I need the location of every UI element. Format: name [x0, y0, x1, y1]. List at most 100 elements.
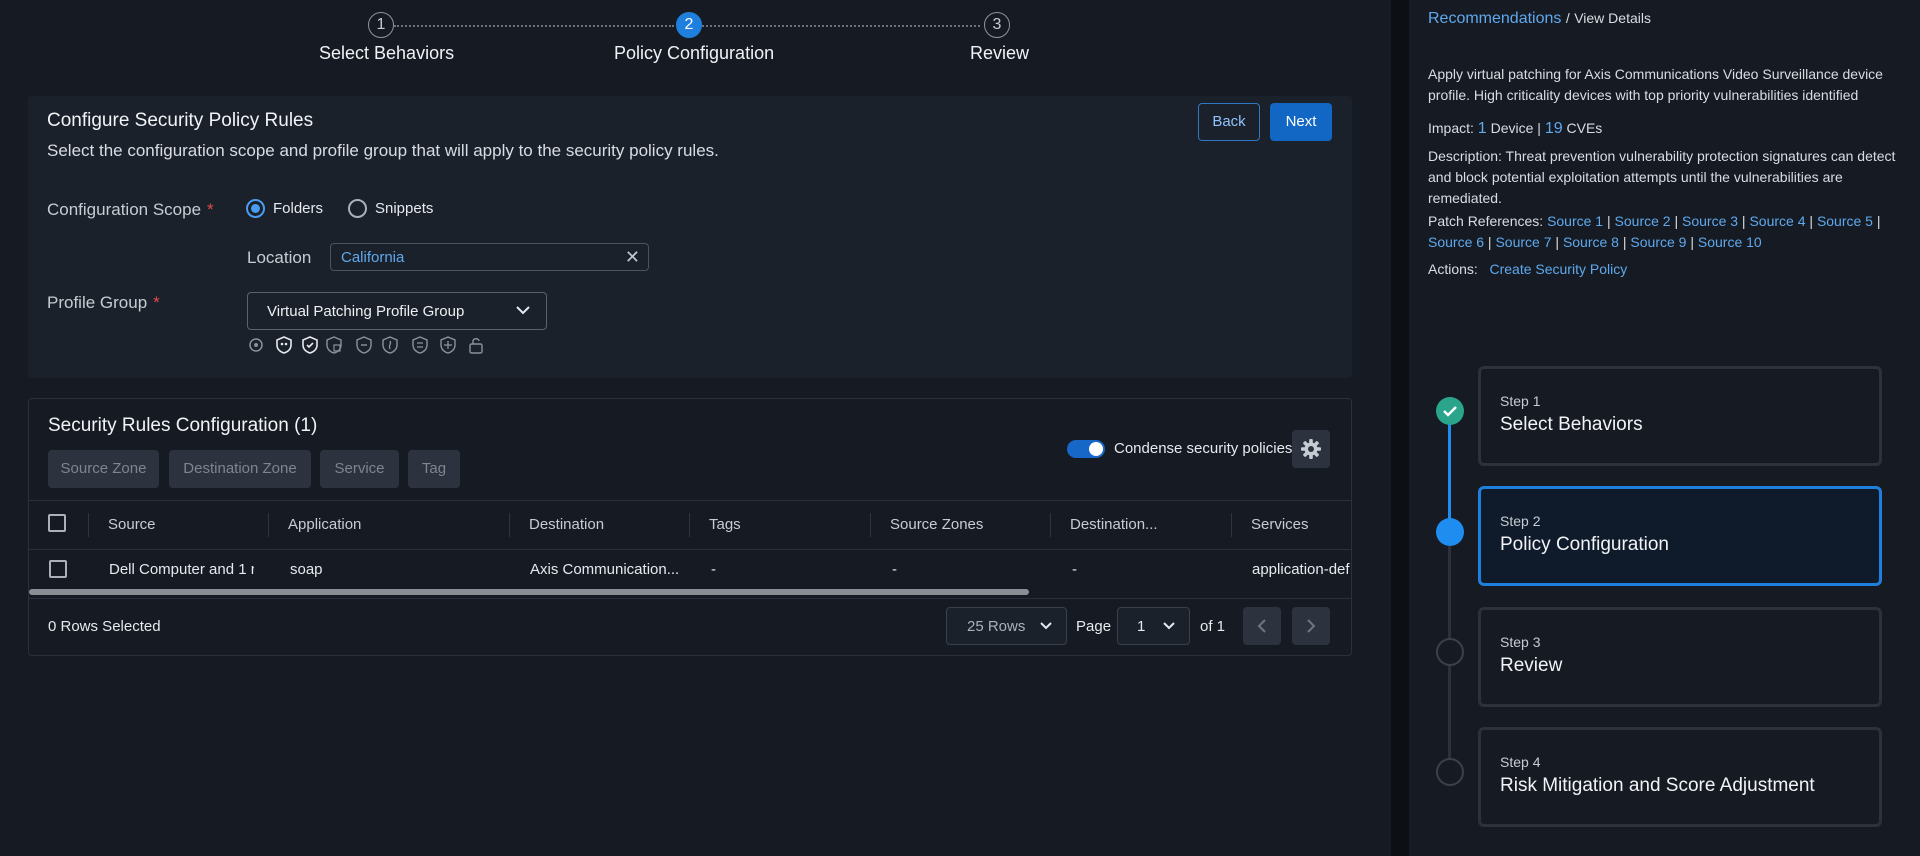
- cell-tags: -: [711, 561, 716, 578]
- wizard-step-3-number: Step 3: [1500, 634, 1541, 650]
- column-header-destination-zones[interactable]: Destination...: [1070, 516, 1158, 533]
- source-zone-button[interactable]: Source Zone: [48, 450, 159, 488]
- column-header-services[interactable]: Services: [1251, 516, 1309, 533]
- config-title: Configure Security Policy Rules: [47, 110, 314, 131]
- wildfire-icon: [382, 336, 398, 354]
- step-label: Policy Configuration: [614, 43, 775, 63]
- step-number: 2: [676, 12, 702, 38]
- wizard-step-2-title: Policy Configuration: [1500, 534, 1669, 555]
- profile-group-select[interactable]: Virtual Patching Profile Group: [247, 292, 547, 330]
- page-label: Page: [1076, 618, 1112, 635]
- impact-label: Impact:: [1428, 120, 1474, 136]
- anti-spyware-icon: [276, 336, 292, 354]
- column-header-destination[interactable]: Destination: [529, 516, 604, 533]
- profile-group-label-text: Profile Group: [47, 293, 148, 312]
- impact-devices-count[interactable]: 1: [1478, 120, 1487, 137]
- actions-label: Actions:: [1428, 261, 1478, 277]
- toggle-knob: [1089, 442, 1103, 456]
- select-all-checkbox[interactable]: [48, 514, 66, 532]
- chevron-left-icon: [1257, 619, 1266, 633]
- stepper-connector: [702, 25, 980, 27]
- radio-folders[interactable]: [246, 199, 265, 218]
- rows-per-page-value: 25 Rows: [967, 618, 1026, 635]
- cell-source-zones: -: [892, 561, 897, 578]
- source-link-7[interactable]: Source 7: [1495, 234, 1551, 250]
- url-filtering-icon: [326, 336, 342, 354]
- service-button[interactable]: Service: [320, 450, 399, 488]
- config-subtitle: Select the configuration scope and profi…: [47, 141, 719, 160]
- settings-button[interactable]: [1292, 430, 1330, 468]
- column-header-application[interactable]: Application: [288, 516, 361, 533]
- wizard-step-4-number: Step 4: [1500, 754, 1541, 770]
- source-link-6[interactable]: Source 6: [1428, 234, 1484, 250]
- antivirus-icon: [249, 338, 263, 352]
- column-separator: [88, 513, 89, 537]
- chevron-down-icon: [516, 306, 530, 315]
- column-separator: [689, 513, 690, 537]
- tag-button[interactable]: Tag: [408, 450, 460, 488]
- chevron-down-icon: [1040, 622, 1052, 630]
- decryption-icon: [469, 338, 483, 354]
- profile-group-label: Profile Group *: [47, 293, 160, 313]
- source-link-1[interactable]: Source 1: [1547, 213, 1603, 229]
- column-separator: [1231, 513, 1232, 537]
- destination-zone-button[interactable]: Destination Zone: [169, 450, 311, 488]
- dns-security-icon: [412, 336, 428, 354]
- required-marker: *: [207, 200, 214, 219]
- vulnerability-protection-icon: [302, 336, 318, 354]
- step-label: Review: [970, 43, 1030, 63]
- config-card: [28, 96, 1352, 378]
- wizard-step-1-number: Step 1: [1500, 393, 1541, 409]
- column-header-tags[interactable]: Tags: [709, 516, 741, 533]
- rows-selected-count: 0 Rows Selected: [48, 618, 161, 635]
- radio-folders-label: Folders: [273, 200, 324, 217]
- actions-line: Actions: Create Security Policy: [1428, 259, 1898, 280]
- step-number: 1: [368, 12, 394, 38]
- stepper-connector: [394, 25, 674, 27]
- create-security-policy-link[interactable]: Create Security Policy: [1489, 261, 1627, 277]
- cell-source: Dell Computer and 1 r: [109, 561, 254, 578]
- next-button[interactable]: Next: [1270, 103, 1332, 141]
- row-checkbox[interactable]: [49, 560, 67, 578]
- source-link-3[interactable]: Source 3: [1682, 213, 1738, 229]
- impact-cves-count[interactable]: 19: [1545, 120, 1563, 137]
- step-number: 3: [984, 12, 1010, 38]
- column-header-source-zones[interactable]: Source Zones: [890, 516, 983, 533]
- next-page-button[interactable]: [1292, 607, 1330, 645]
- recommendation-summary: Apply virtual patching for Axis Communic…: [1428, 66, 1883, 103]
- back-button[interactable]: Back: [1198, 103, 1260, 141]
- source-link-10[interactable]: Source 10: [1698, 234, 1762, 250]
- condense-toggle[interactable]: [1067, 440, 1105, 458]
- previous-page-button[interactable]: [1243, 607, 1281, 645]
- source-link-9[interactable]: Source 9: [1630, 234, 1686, 250]
- page-value: 1: [1137, 618, 1146, 635]
- source-link-5[interactable]: Source 5: [1817, 213, 1873, 229]
- wizard-step-2-number: Step 2: [1500, 513, 1541, 529]
- radio-snippets[interactable]: [348, 199, 367, 218]
- source-link-8[interactable]: Source 8: [1563, 234, 1619, 250]
- breadcrumb-current: View Details: [1574, 10, 1651, 26]
- breadcrumb-recommendations-link[interactable]: Recommendations: [1428, 10, 1561, 27]
- breadcrumb: Recommendations / View Details: [1428, 10, 1651, 28]
- impact-cves-label: CVEs: [1566, 120, 1603, 136]
- source-link-2[interactable]: Source 2: [1615, 213, 1671, 229]
- column-header-source[interactable]: Source: [108, 516, 156, 533]
- condense-toggle-label: Condense security policies: [1114, 440, 1293, 457]
- page-select[interactable]: 1: [1117, 607, 1190, 645]
- gear-icon: [1301, 439, 1321, 459]
- file-blocking-icon: [356, 336, 372, 354]
- source-link-4[interactable]: Source 4: [1749, 213, 1805, 229]
- rows-per-page-select[interactable]: 25 Rows: [946, 607, 1067, 645]
- chevron-right-icon: [1307, 619, 1316, 633]
- clear-icon[interactable]: ✕: [625, 247, 640, 267]
- wizard-step-1-title: Select Behaviors: [1500, 414, 1643, 435]
- horizontal-scrollbar[interactable]: [29, 589, 1029, 595]
- page-of-label: of 1: [1200, 618, 1226, 635]
- step-pending-indicator: [1436, 638, 1464, 666]
- checkmark-icon: [1443, 406, 1457, 417]
- chevron-down-icon: [1163, 622, 1175, 630]
- profile-group-value: Virtual Patching Profile Group: [267, 303, 465, 320]
- patch-references-label: Patch References:: [1428, 213, 1544, 229]
- location-input[interactable]: California ✕: [330, 243, 649, 271]
- cell-destination-zones: -: [1072, 561, 1077, 578]
